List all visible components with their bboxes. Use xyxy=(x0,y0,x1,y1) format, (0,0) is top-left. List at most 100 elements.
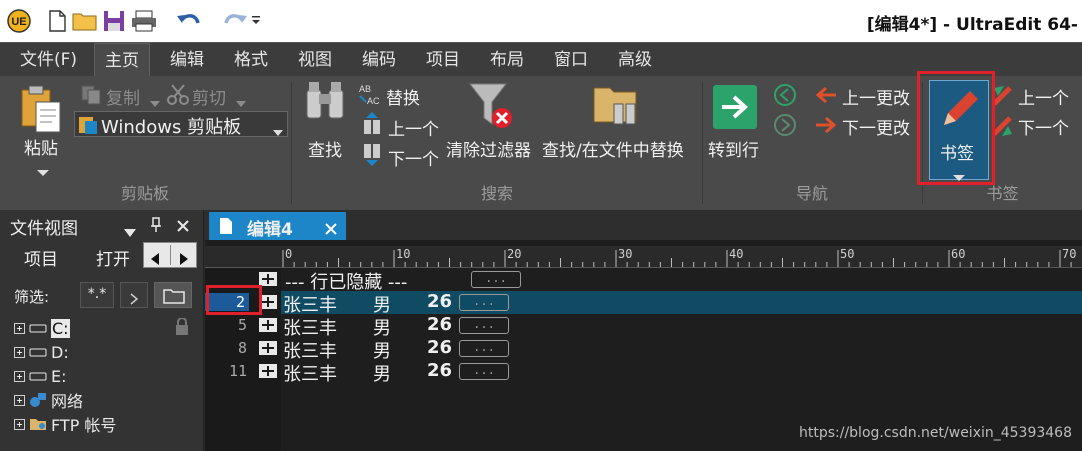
code-line[interactable]: 张三丰 男 26 ... xyxy=(281,360,1082,385)
menu-project[interactable]: 项目 xyxy=(416,43,470,77)
next-change-button[interactable]: 下一更改 xyxy=(842,114,910,139)
code-line[interactable]: 张三丰 男 26 ... xyxy=(281,337,1082,362)
find-next-button[interactable]: 下一个 xyxy=(388,145,439,170)
paste-icon[interactable] xyxy=(20,84,64,140)
drive-icon xyxy=(29,324,47,333)
fold-toggle[interactable] xyxy=(259,295,277,309)
bookmark-button[interactable]: 书签 xyxy=(929,80,989,181)
chevron-down-icon[interactable] xyxy=(273,121,283,140)
menu-file[interactable]: 文件(F) xyxy=(10,43,87,77)
clear-filter-icon[interactable] xyxy=(466,80,514,134)
folder-icon xyxy=(163,288,185,308)
copy-dropdown-icon[interactable] xyxy=(150,92,160,111)
tree-item-ftp[interactable]: FTP 帐号 xyxy=(14,412,116,436)
hidden-lines-row[interactable]: --- 行已隐藏 --- ... xyxy=(281,268,1082,293)
forward-icon[interactable] xyxy=(774,114,796,140)
menu-advanced[interactable]: 高级 xyxy=(608,43,662,77)
tree-item-c[interactable]: C: xyxy=(14,316,70,340)
menu-encoding[interactable]: 编码 xyxy=(352,43,406,77)
clipboard-select[interactable]: Windows 剪贴板 xyxy=(74,111,288,140)
prev-change-icon[interactable] xyxy=(814,86,838,108)
menu-edit[interactable]: 编辑 xyxy=(160,43,214,77)
tab-open[interactable]: 打开 xyxy=(96,245,130,270)
tree-item-d[interactable]: D: xyxy=(14,340,69,364)
scroll-right-icon[interactable] xyxy=(178,250,188,269)
bookmark-label: 书签 xyxy=(940,144,974,164)
replace-icon[interactable]: AB AC xyxy=(358,82,382,110)
prev-change-button[interactable]: 上一更改 xyxy=(842,84,910,109)
replace-button[interactable]: 替换 xyxy=(386,84,420,109)
expand-icon[interactable] xyxy=(14,370,25,382)
fold-toggle[interactable] xyxy=(259,364,277,378)
code-line[interactable]: 张三丰 男 26 ... xyxy=(281,291,1082,316)
dropdown-icon[interactable] xyxy=(248,7,264,35)
menu-home[interactable]: 主页 xyxy=(94,43,150,77)
chevron-right-icon xyxy=(130,290,139,309)
find-in-files-icon[interactable] xyxy=(592,80,642,134)
bookmark-next-icon[interactable] xyxy=(990,114,1016,142)
ultraedit-logo-icon[interactable]: UE xyxy=(6,7,32,35)
goto-line-icon[interactable] xyxy=(712,84,758,134)
cut-button[interactable]: 剪切 xyxy=(192,84,226,109)
goto-line-button[interactable]: 转到行 xyxy=(708,136,759,161)
expand-hidden-button[interactable]: ... xyxy=(459,340,509,357)
expand-icon[interactable] xyxy=(14,394,25,406)
clear-filter-button[interactable]: 清除过滤器 xyxy=(446,136,531,161)
browse-folder-button[interactable] xyxy=(154,282,192,308)
expand-icon[interactable] xyxy=(14,418,25,430)
open-folder-icon[interactable] xyxy=(72,7,98,35)
paste-button[interactable]: 粘贴 xyxy=(24,134,58,159)
find-prev-button[interactable]: 上一个 xyxy=(388,115,439,140)
copy-button[interactable]: 复制 xyxy=(106,84,140,109)
print-icon[interactable] xyxy=(131,7,157,35)
file-view-panel: 文件视图 项目 打开 筛选: *.* C: D: E: 网络 FTP 帐号 xyxy=(0,210,204,451)
close-tab-icon[interactable] xyxy=(325,220,337,239)
ftp-icon xyxy=(30,419,46,430)
fold-toggle[interactable] xyxy=(259,272,277,286)
menu-layout[interactable]: 布局 xyxy=(480,43,534,77)
bookmark-prev-icon[interactable] xyxy=(990,84,1016,112)
find-prev-icon[interactable] xyxy=(360,112,384,140)
panel-menu-icon[interactable] xyxy=(124,222,136,241)
cut-dropdown-icon[interactable] xyxy=(236,92,246,111)
tree-item-network[interactable]: 网络 xyxy=(14,388,83,412)
tab-project[interactable]: 项目 xyxy=(24,245,58,270)
new-file-icon[interactable] xyxy=(44,7,70,35)
binoculars-icon[interactable] xyxy=(304,80,346,128)
find-next-icon[interactable] xyxy=(360,142,384,170)
filter-input[interactable]: *.* xyxy=(80,282,114,308)
expand-icon[interactable] xyxy=(14,346,25,358)
expand-icon[interactable] xyxy=(14,322,25,334)
bookmark-pencil-icon xyxy=(938,87,982,135)
expand-hidden-button[interactable]: ... xyxy=(459,317,509,334)
bookmark-prev-button[interactable]: 上一个 xyxy=(1018,84,1069,109)
menu-view[interactable]: 视图 xyxy=(288,43,342,77)
network-icon xyxy=(30,393,46,407)
back-icon[interactable] xyxy=(774,84,796,110)
menu-window[interactable]: 窗口 xyxy=(544,43,598,77)
expand-hidden-button[interactable]: ... xyxy=(459,363,509,380)
undo-icon[interactable] xyxy=(176,7,202,35)
paste-dropdown-icon[interactable] xyxy=(36,162,50,181)
tree-item-e[interactable]: E: xyxy=(14,364,67,388)
save-icon[interactable] xyxy=(101,7,127,35)
menu-format[interactable]: 格式 xyxy=(224,43,278,77)
copy-icon xyxy=(80,84,102,110)
find-button[interactable]: 查找 xyxy=(308,136,342,161)
redo-icon[interactable] xyxy=(222,7,248,35)
file-view-tabs: 项目 打开 xyxy=(0,240,204,272)
expand-hidden-button[interactable]: ... xyxy=(459,294,509,311)
document-icon xyxy=(219,217,233,239)
expand-hidden-button[interactable]: ... xyxy=(471,271,521,288)
find-in-files-button[interactable]: 查找/在文件中替换 xyxy=(542,136,684,161)
close-icon[interactable] xyxy=(176,218,190,237)
document-tab[interactable]: 编辑4 xyxy=(209,212,346,240)
code-line[interactable]: 张三丰 男 26 ... xyxy=(281,314,1082,339)
scroll-left-icon[interactable] xyxy=(151,250,161,269)
pin-icon[interactable] xyxy=(150,217,162,237)
next-change-icon[interactable] xyxy=(814,116,838,138)
fold-toggle[interactable] xyxy=(259,318,277,332)
filter-apply-button[interactable] xyxy=(120,282,148,308)
fold-toggle[interactable] xyxy=(259,341,277,355)
bookmark-next-button[interactable]: 下一个 xyxy=(1018,114,1069,139)
